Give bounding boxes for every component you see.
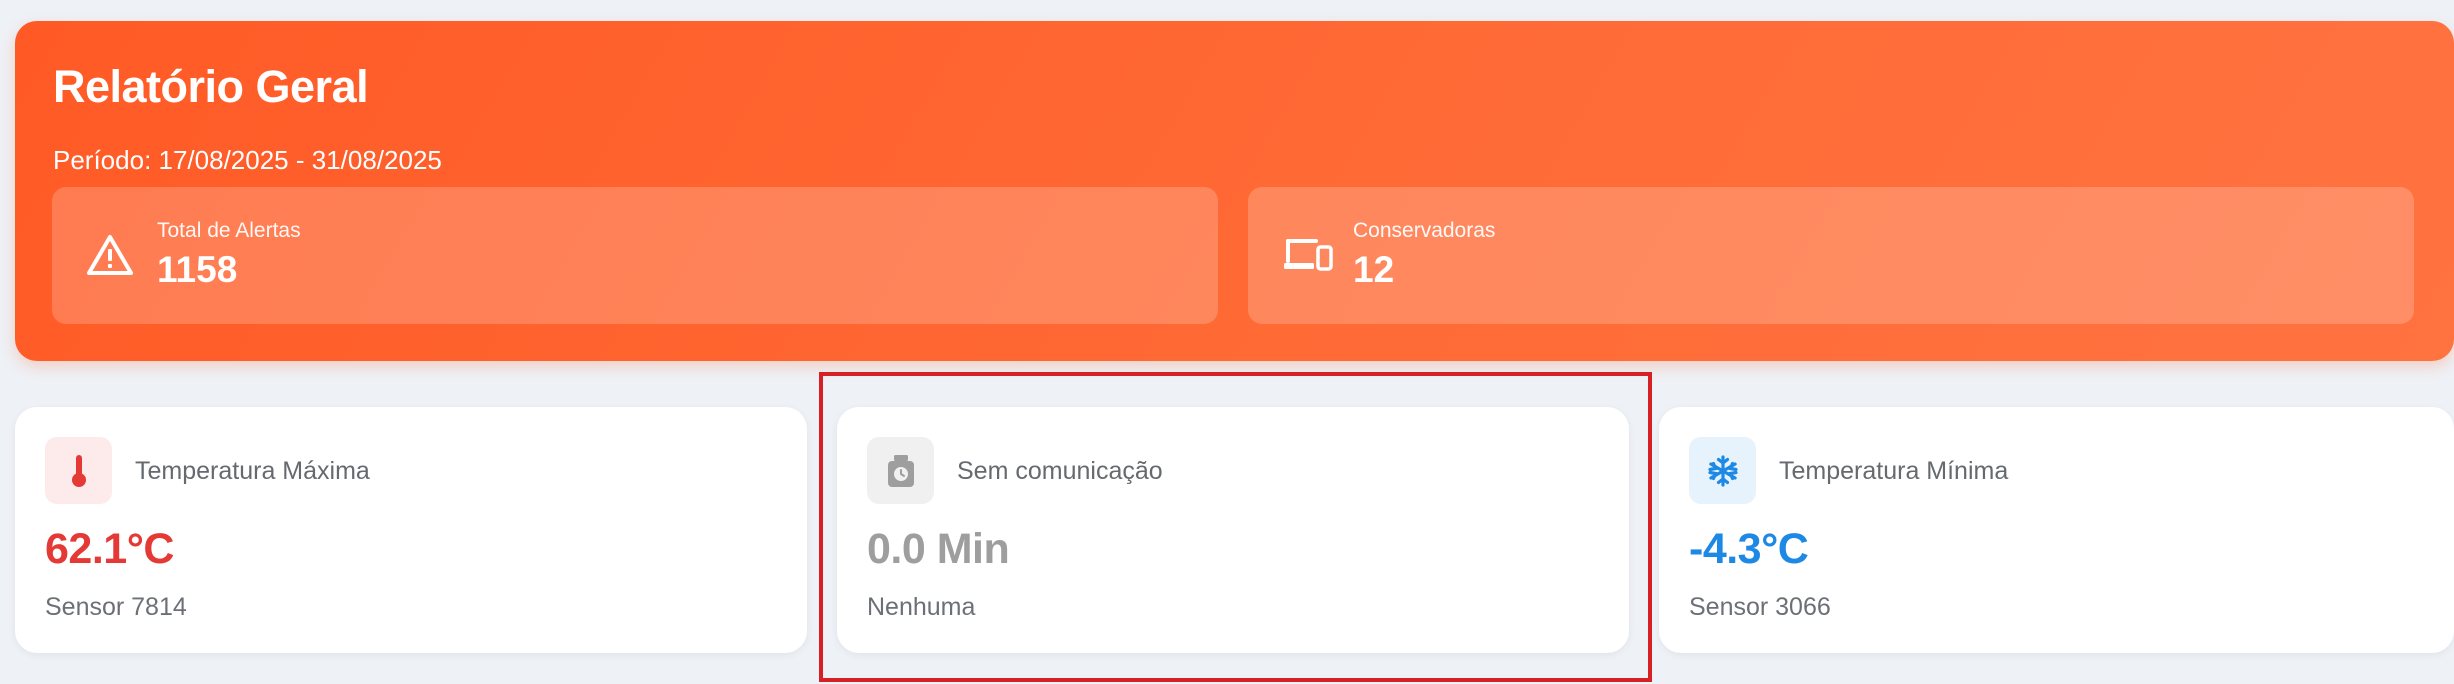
no-communication-card[interactable]: Sem comunicação 0.0 Min Nenhuma: [837, 407, 1629, 653]
sensor-label: Sensor 7814: [45, 593, 187, 621]
card-title: Sem comunicação: [957, 457, 1163, 485]
warning-triangle-icon: [87, 235, 133, 275]
card-icon-container: [45, 437, 112, 504]
card-title: Temperatura Mínima: [1779, 457, 2009, 485]
min-temperature-value: -4.3°C: [1689, 525, 1809, 573]
report-header-banner: Relatório Geral Período: 17/08/2025 - 31…: [15, 21, 2454, 361]
card-title: Temperatura Máxima: [135, 457, 370, 485]
stat-label: Conservadoras: [1353, 219, 1496, 242]
card-icon-container: [1689, 437, 1756, 504]
snowflake-icon: [1707, 454, 1738, 487]
stat-label: Total de Alertas: [157, 219, 301, 242]
total-alerts-stat: Total de Alertas 1158: [52, 187, 1218, 324]
page-title: Relatório Geral: [53, 61, 369, 112]
min-temperature-card[interactable]: Temperatura Mínima -4.3°C Sensor 3066: [1659, 407, 2454, 653]
card-icon-container: [867, 437, 934, 504]
timer-device-icon: [887, 454, 914, 487]
sensor-label: Sensor 3066: [1689, 593, 1831, 621]
conservadoras-stat: Conservadoras 12: [1248, 187, 2414, 324]
max-temperature-value: 62.1°C: [45, 525, 174, 573]
max-temperature-card[interactable]: Temperatura Máxima 62.1°C Sensor 7814: [15, 407, 807, 653]
devices-icon: [1284, 239, 1333, 271]
stat-value: 12: [1353, 249, 1395, 290]
thermometer-icon: [71, 454, 86, 487]
report-period: Período: 17/08/2025 - 31/08/2025: [53, 145, 442, 175]
no-communication-value: 0.0 Min: [867, 525, 1010, 573]
stat-value: 1158: [157, 249, 238, 290]
no-communication-detail: Nenhuma: [867, 593, 976, 621]
